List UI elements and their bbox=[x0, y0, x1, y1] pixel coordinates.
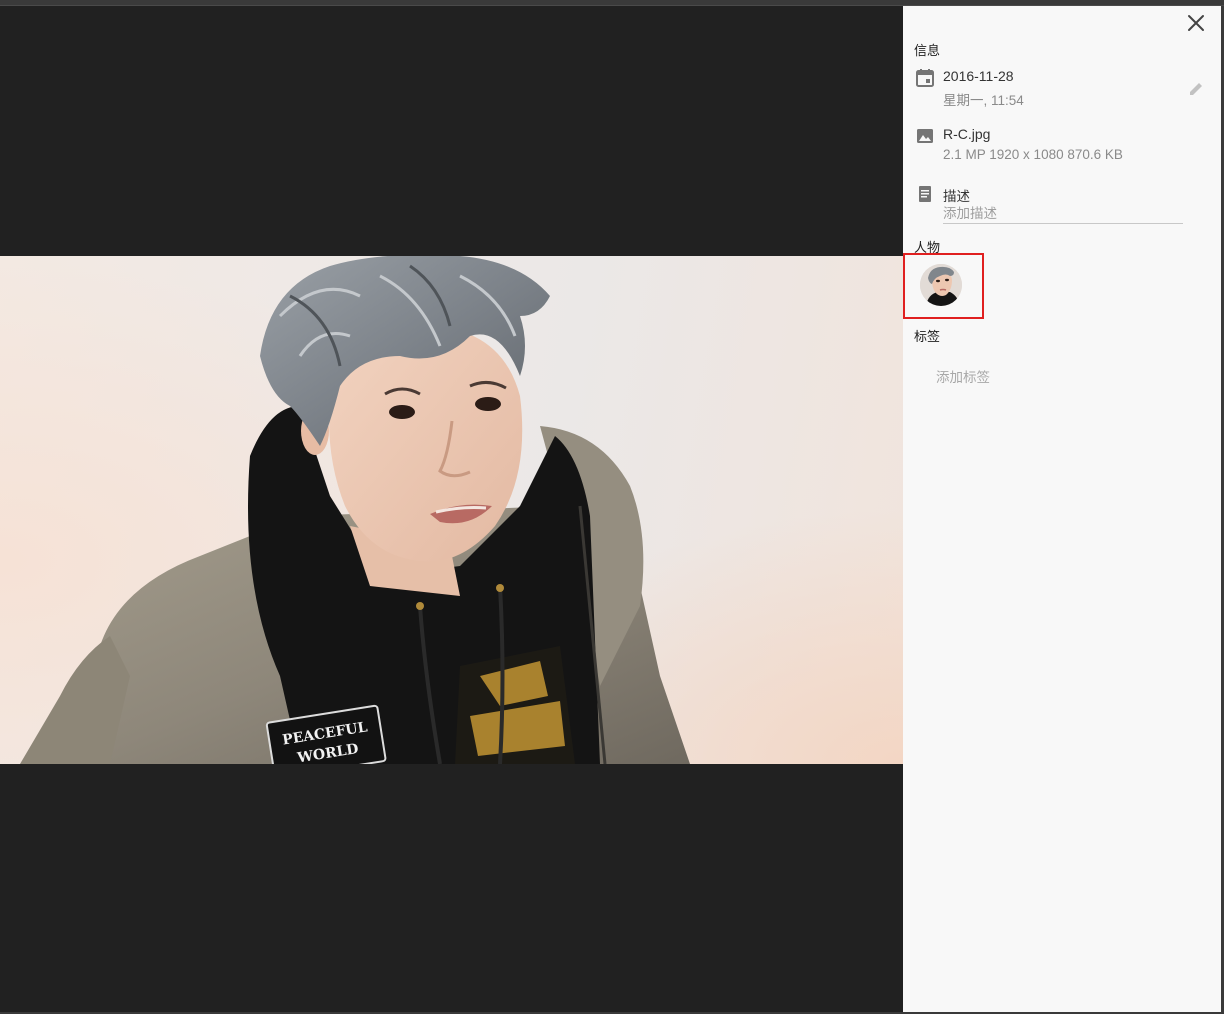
info-panel: 信息 2016-11-28 星期一, 11:54 R-C.jpg 2.1 MP … bbox=[903, 6, 1221, 1012]
photo-weekday-time: 星期一, 11:54 bbox=[943, 93, 1024, 108]
person-face-thumbnail bbox=[920, 264, 962, 306]
edit-date-button[interactable] bbox=[1187, 80, 1205, 98]
photo-viewer-window: PEACEFUL WORLD 信息 2016-11-28 星期一, 11:54 … bbox=[0, 0, 1224, 1014]
info-section-title: 信息 bbox=[914, 43, 941, 58]
description-icon bbox=[915, 184, 935, 204]
photo: PEACEFUL WORLD bbox=[0, 256, 903, 764]
image-viewer[interactable]: PEACEFUL WORLD bbox=[0, 6, 903, 1012]
person-highlight-box bbox=[903, 253, 984, 319]
photo-date: 2016-11-28 bbox=[943, 68, 1014, 84]
tags-section-title: 标签 bbox=[914, 329, 941, 344]
file-details: 2.1 MP 1920 x 1080 870.6 KB bbox=[943, 147, 1123, 162]
description-input[interactable] bbox=[943, 204, 1183, 224]
calendar-icon bbox=[915, 68, 935, 88]
pencil-icon bbox=[1190, 83, 1202, 95]
image-icon bbox=[915, 126, 935, 146]
close-button[interactable] bbox=[1185, 12, 1207, 34]
close-icon bbox=[1188, 15, 1204, 31]
photo-illustration: PEACEFUL WORLD bbox=[0, 256, 903, 764]
file-name: R-C.jpg bbox=[943, 126, 991, 142]
description-label: 描述 bbox=[943, 189, 970, 204]
person-avatar[interactable] bbox=[920, 264, 962, 306]
add-tag-button[interactable]: 添加标签 bbox=[936, 366, 990, 386]
